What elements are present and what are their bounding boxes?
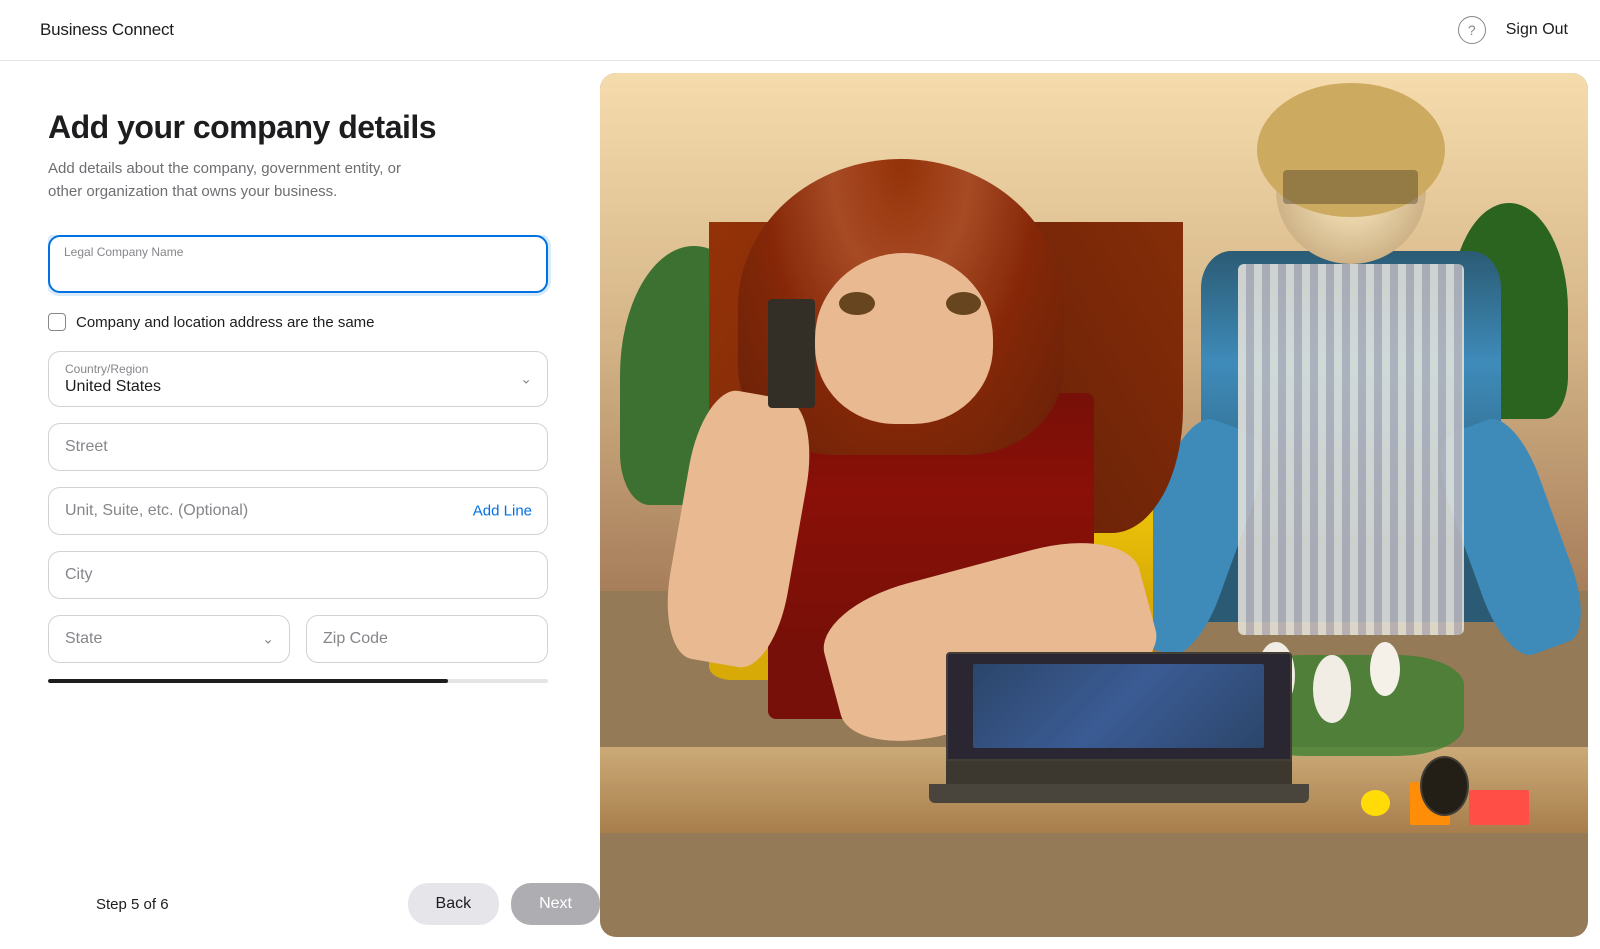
legal-company-name-field: Legal Company Name xyxy=(48,235,548,293)
country-region-select[interactable]: Country/Region United States xyxy=(48,351,548,407)
header: Business Connect ? Sign Out xyxy=(0,0,1600,61)
page-title: Add your company details xyxy=(48,109,552,146)
add-line-button[interactable]: Add Line xyxy=(473,503,532,520)
state-wrapper[interactable]: State ⌄ xyxy=(48,615,290,663)
state-select[interactable]: State xyxy=(48,615,290,663)
country-region-wrapper[interactable]: Country/Region United States ⌄ xyxy=(48,351,548,407)
same-address-checkbox[interactable] xyxy=(48,313,66,331)
scroll-indicator-fill xyxy=(48,679,448,683)
street-input[interactable] xyxy=(48,423,548,471)
hero-image-panel xyxy=(600,73,1588,937)
state-placeholder: State xyxy=(65,630,102,648)
header-right: ? Sign Out xyxy=(1458,16,1568,44)
country-region-value: United States xyxy=(65,378,531,396)
footer: Step 5 of 6 Back Next xyxy=(48,867,600,949)
street-field xyxy=(48,423,548,471)
page-subtitle: Add details about the company, governmen… xyxy=(48,158,428,203)
table-item-red xyxy=(1469,790,1528,825)
form-panel: Add your company details Add details abo… xyxy=(0,61,600,949)
scroll-indicator xyxy=(48,679,548,683)
state-zip-row: State ⌄ xyxy=(48,615,548,663)
step-indicator: Step 5 of 6 xyxy=(96,896,169,913)
legal-company-name-input[interactable] xyxy=(48,235,548,293)
same-address-label[interactable]: Company and location address are the sam… xyxy=(76,314,375,331)
city-input[interactable] xyxy=(48,551,548,599)
unit-field: Add Line xyxy=(48,487,548,535)
next-button[interactable]: Next xyxy=(511,883,600,925)
hero-photo xyxy=(600,73,1588,937)
help-button[interactable]: ? xyxy=(1458,16,1486,44)
laptop xyxy=(946,652,1292,808)
same-address-row: Company and location address are the sam… xyxy=(48,313,548,331)
back-button[interactable]: Back xyxy=(408,883,500,925)
foreground-person xyxy=(649,159,1242,937)
sign-out-button[interactable]: Sign Out xyxy=(1506,21,1568,39)
form-body: Legal Company Name Company and location … xyxy=(48,235,552,867)
brand-name: Business Connect xyxy=(40,20,174,40)
footer-buttons: Back Next xyxy=(408,883,600,925)
main-content: Add your company details Add details abo… xyxy=(0,61,1600,949)
city-field xyxy=(48,551,548,599)
zip-input[interactable] xyxy=(306,615,548,663)
zip-field xyxy=(306,615,548,663)
country-region-label: Country/Region xyxy=(65,362,531,376)
logo-area: Business Connect xyxy=(32,20,174,40)
